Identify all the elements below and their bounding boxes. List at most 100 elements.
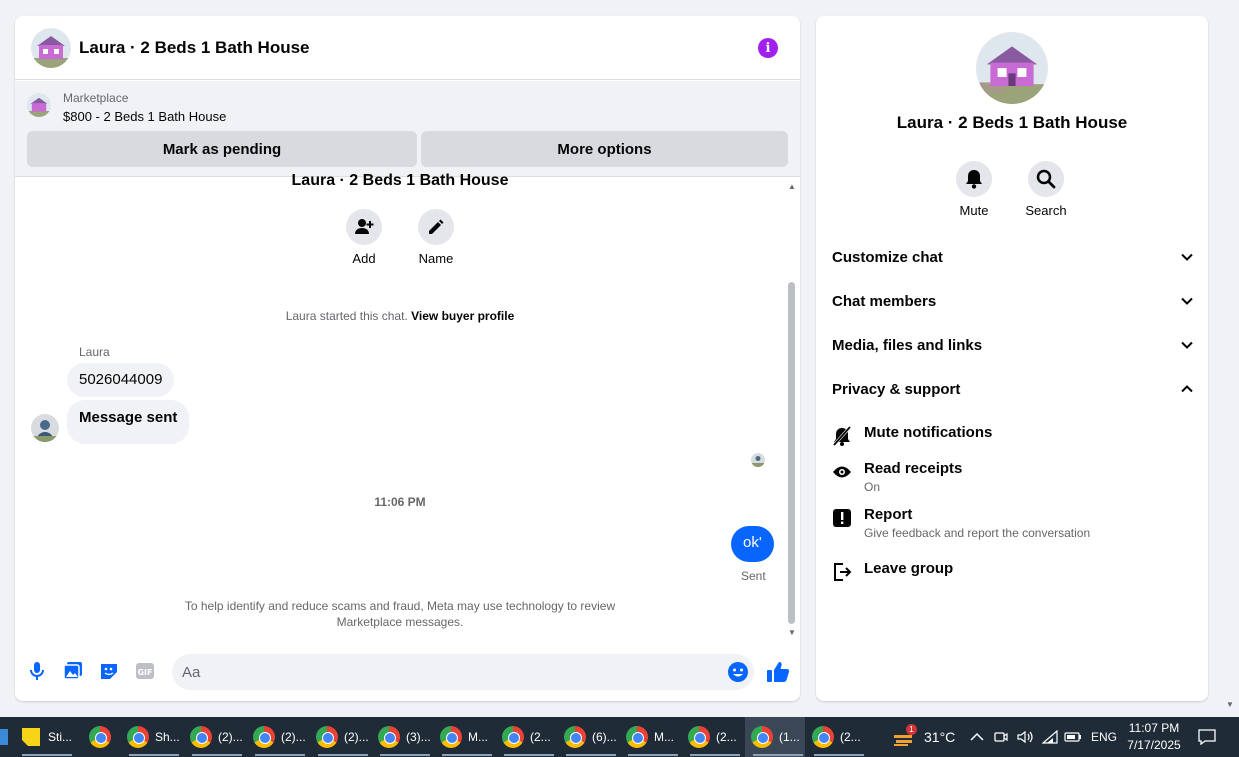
chrome-icon [316,726,338,748]
taskbar-sticky-notes[interactable]: Sti... [20,717,78,757]
started-text: Laura started this chat. [285,309,408,323]
message-scrollbar[interactable]: ▲ ▼ [786,182,798,642]
search-action[interactable]: Search [1016,161,1076,218]
section-label: Customize chat [832,248,943,266]
listing-avatar[interactable] [31,27,71,68]
mute-notifications-label: Mute notifications [864,424,993,441]
camera-icon [994,732,1008,742]
wifi-icon [1042,730,1058,744]
notifications-tray[interactable] [1198,717,1216,757]
taskbar-label: (2... [530,730,551,744]
language-indicator[interactable]: ENG [1091,717,1117,757]
chrome-icon [688,726,710,748]
section-label: Privacy & support [832,380,961,398]
chrome-icon [378,726,400,748]
section-privacy-support[interactable]: Privacy & support [832,375,1194,403]
taskbar-chrome[interactable] [89,717,119,757]
bell-off-icon [832,426,852,446]
taskbar-chrome-window[interactable]: (2)... [316,717,372,757]
weather-widget[interactable]: 1 31°C [892,717,955,757]
leave-group-item[interactable]: Leave group [832,560,1194,584]
eye-icon [832,462,852,482]
taskbar-label: M... [654,730,674,744]
taskbar-chrome-window[interactable]: M... [440,717,496,757]
name-action[interactable]: Name [406,209,466,266]
scroll-down-arrow-icon[interactable]: ▼ [788,628,796,637]
taskbar-chrome-window[interactable]: (2... [502,717,558,757]
leave-group-label: Leave group [864,560,954,577]
add-label: Add [352,251,376,266]
taskbar-label: Sh... [155,730,180,744]
taskbar-chrome-window[interactable]: (3)... [378,717,434,757]
marketplace-bar: Marketplace $800 - 2 Beds 1 Bath House M… [15,81,800,177]
chevron-up-icon [970,732,984,741]
message-timestamp: 11:06 PM [374,495,426,509]
view-buyer-profile-link[interactable]: View buyer profile [411,309,514,323]
emoji-icon[interactable] [727,661,749,688]
taskbar-label: M... [468,730,488,744]
message-list: Laura · 2 Beds 1 Bath House Add Name Lau… [15,172,787,638]
battery-tray[interactable] [1064,717,1082,757]
search-label: Search [1025,203,1067,218]
message-input[interactable] [172,654,754,690]
camera-tray[interactable] [994,717,1008,757]
taskbar-chrome-window[interactable]: (2)... [253,717,309,757]
taskbar-label: Sti... [48,730,73,744]
incoming-message[interactable]: 5026044009 [67,363,175,397]
language-label: ENG [1091,730,1118,744]
chrome-icon [502,726,524,748]
add-action[interactable]: Add [334,209,394,266]
listing-thumbnail[interactable] [27,93,51,117]
taskbar-chrome-window[interactable]: (2)... [190,717,246,757]
info-icon[interactable]: i [758,38,778,58]
more-options-button[interactable]: More options [421,131,788,167]
pencil-icon[interactable] [418,209,454,245]
photo-icon[interactable] [62,660,84,682]
mark-pending-button[interactable]: Mark as pending [27,131,417,167]
add-person-icon[interactable] [346,209,382,245]
gif-icon[interactable]: GIF [134,660,156,682]
mute-notifications-item[interactable]: Mute notifications [832,424,1194,448]
scroll-thumb[interactable] [788,282,795,624]
mute-action[interactable]: Mute [944,161,1004,218]
scroll-up-arrow-icon[interactable]: ▲ [788,182,796,191]
weather-temp: 31°C [924,729,956,745]
taskbar-chrome-window-active[interactable]: (1... [745,717,805,757]
sender-name: Laura [79,345,110,359]
search-icon[interactable] [1028,161,1064,197]
battery-icon [1064,732,1081,742]
taskbar-label: (6)... [592,730,617,744]
report-item[interactable]: Report Give feedback and report the conv… [832,506,1194,544]
sender-avatar[interactable] [31,414,59,442]
seen-avatar [751,453,765,467]
system-clock[interactable]: 11:07 PM 7/17/2025 [1120,720,1188,754]
read-receipts-label: Read receipts [864,460,963,477]
listing-avatar-large[interactable] [976,32,1048,104]
incoming-message[interactable]: Message sent [67,400,190,444]
section-customize-chat[interactable]: Customize chat [832,243,1194,271]
mute-label: Mute [959,203,989,218]
taskbar-chrome-window[interactable]: (6)... [564,717,620,757]
composer: GIF [15,652,800,692]
taskbar-chrome-window[interactable]: M... [626,717,682,757]
chat-started-note: Laura started this chat. View buyer prof… [15,309,785,323]
section-chat-members[interactable]: Chat members [832,287,1194,315]
volume-icon [1017,730,1033,744]
volume-tray[interactable] [1017,717,1035,757]
sticker-icon[interactable] [98,660,120,682]
wifi-tray[interactable] [1042,717,1058,757]
outgoing-message[interactable]: ok' [731,526,774,562]
taskbar-chrome-window[interactable]: (2... [688,717,744,757]
thumbs-up-icon[interactable] [766,660,790,689]
read-receipts-item[interactable]: Read receipts On [832,460,1194,498]
taskbar-chrome-window[interactable]: (2... [812,717,868,757]
bell-icon[interactable] [956,161,992,197]
section-media-files-links[interactable]: Media, files and links [832,331,1194,359]
chevron-down-icon [1181,297,1193,305]
taskbar-chrome-window[interactable]: Sh... [127,717,183,757]
page-scroll-down-arrow-icon[interactable]: ▼ [1226,700,1234,709]
microphone-icon[interactable] [26,660,48,682]
show-hidden-icons[interactable] [970,717,984,757]
listing-price-title[interactable]: $800 - 2 Beds 1 Bath House [63,109,226,124]
taskbar-app-partial[interactable] [0,717,14,757]
